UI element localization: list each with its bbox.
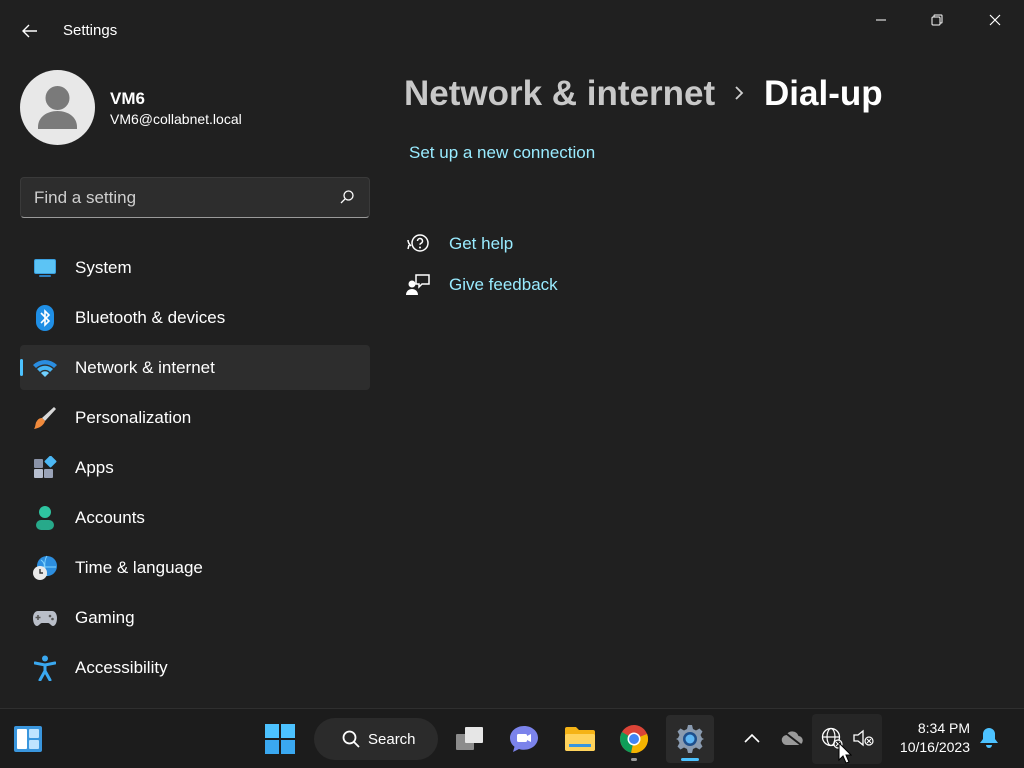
task-view-button[interactable] [446, 715, 494, 763]
sidebar-item-label: Network & internet [75, 357, 215, 377]
gamepad-icon [32, 605, 58, 631]
sidebar-nav: System Bluetooth & devices Network & int… [20, 245, 370, 695]
taskbar-search-label: Search [368, 730, 416, 748]
app-title: Settings [63, 22, 118, 39]
brush-icon [32, 405, 58, 431]
teams-chat-button[interactable] [500, 715, 548, 763]
bell-icon [980, 728, 998, 748]
get-help-label: Get help [449, 234, 514, 253]
back-button[interactable] [12, 14, 48, 48]
minimize-icon [876, 19, 886, 21]
running-indicator [631, 758, 637, 761]
sidebar-item-label: Personalization [75, 407, 192, 427]
sidebar-item-label: Accessibility [75, 657, 168, 677]
sidebar-item-gaming[interactable]: Gaming [20, 595, 370, 640]
search-box[interactable] [20, 177, 370, 218]
sidebar-item-label: Accounts [75, 507, 145, 527]
taskbar-search-button[interactable]: Search [314, 718, 438, 760]
avatar[interactable] [20, 70, 95, 145]
globe-clock-icon [32, 555, 58, 581]
show-hidden-icons-button[interactable] [741, 727, 763, 749]
chat-icon [510, 726, 538, 752]
wifi-icon [32, 355, 58, 381]
clock-date: 10/16/2023 [899, 739, 970, 755]
setup-new-connection-link[interactable]: Set up a new connection [409, 143, 595, 163]
sidebar-item-system[interactable]: System [20, 245, 370, 290]
apps-icon [32, 455, 58, 481]
close-icon [989, 14, 1001, 26]
search-input[interactable] [21, 178, 331, 217]
sidebar-item-accounts[interactable]: Accounts [20, 495, 370, 540]
breadcrumb-parent[interactable]: Network & internet [404, 74, 715, 114]
widgets-icon [14, 726, 42, 752]
feedback-icon [406, 274, 430, 295]
title-bar: Settings [0, 0, 1024, 60]
gear-icon [676, 725, 704, 753]
chrome-icon [620, 725, 649, 754]
give-feedback-link[interactable]: Give feedback [406, 271, 558, 299]
accessibility-icon [32, 655, 58, 681]
user-silhouette-icon [38, 86, 77, 129]
system-icon [32, 255, 58, 281]
file-explorer-button[interactable] [556, 715, 604, 763]
volume-muted-icon [853, 729, 874, 747]
onedrive-button[interactable] [781, 727, 803, 749]
sidebar-item-label: Time & language [75, 557, 203, 577]
sidebar-item-apps[interactable]: Apps [20, 445, 370, 490]
give-feedback-label: Give feedback [449, 275, 558, 294]
settings-app-button[interactable] [666, 715, 714, 763]
sidebar-item-network[interactable]: Network & internet [20, 345, 370, 390]
sidebar-item-label: Gaming [75, 607, 135, 627]
sidebar-item-label: Apps [75, 457, 114, 477]
task-view-icon [456, 727, 483, 750]
search-icon[interactable] [339, 189, 355, 205]
clock-time: 8:34 PM [917, 720, 970, 736]
chrome-button[interactable] [610, 715, 658, 763]
chevron-up-icon [744, 733, 760, 743]
sidebar-item-label: System [75, 257, 132, 277]
bluetooth-icon [32, 305, 58, 331]
notifications-button[interactable] [978, 727, 1000, 749]
user-email: VM6@collabnet.local [110, 111, 242, 127]
sidebar-item-accessibility[interactable]: Accessibility [20, 645, 370, 690]
restore-button[interactable] [914, 6, 960, 34]
active-indicator [681, 758, 699, 761]
start-button[interactable] [256, 715, 304, 763]
mouse-pointer-icon [838, 742, 852, 764]
search-icon [342, 730, 360, 748]
sidebar-item-label: Bluetooth & devices [75, 307, 226, 327]
windows-logo-icon [265, 724, 295, 754]
clock[interactable]: 8:34 PM 10/16/2023 [890, 719, 970, 757]
sidebar-item-time-language[interactable]: Time & language [20, 545, 370, 590]
taskbar: Search 8:34 PM 10/16/2023 [0, 708, 1024, 768]
volume-button[interactable] [852, 727, 874, 749]
widgets-button[interactable] [4, 715, 52, 763]
cloud-offline-icon [781, 730, 803, 746]
help-icon [407, 234, 429, 252]
close-button[interactable] [972, 6, 1018, 34]
page-title: Dial-up [764, 74, 883, 113]
folder-icon [565, 727, 595, 751]
user-name: VM6 [110, 89, 145, 108]
restore-icon [931, 14, 943, 26]
accounts-icon [32, 505, 58, 531]
get-help-link[interactable]: Get help [406, 230, 513, 258]
minimize-button[interactable] [858, 6, 904, 34]
sidebar-item-bluetooth[interactable]: Bluetooth & devices [20, 295, 370, 340]
back-arrow-icon [22, 24, 37, 38]
chevron-right-icon [728, 82, 750, 104]
sidebar-item-personalization[interactable]: Personalization [20, 395, 370, 440]
